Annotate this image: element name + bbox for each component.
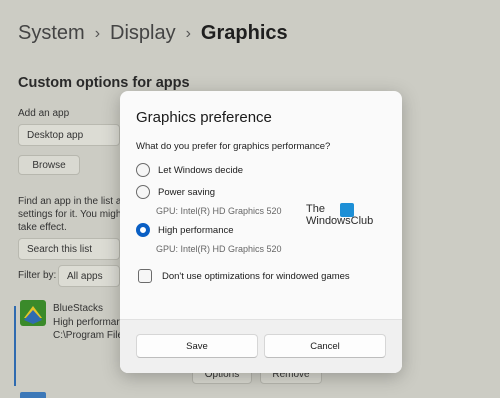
selection-accent (14, 306, 16, 386)
breadcrumb-display[interactable]: Display (110, 22, 176, 45)
app-icon-partial (20, 392, 46, 398)
radio-button[interactable] (136, 185, 150, 199)
search-input[interactable]: Search this list (18, 238, 120, 260)
app-name: BlueStacks (53, 303, 104, 314)
section-title: Custom options for apps (18, 75, 190, 91)
radio-power-saving[interactable]: Power saving (136, 185, 215, 199)
filter-value: All apps (67, 270, 103, 282)
windowed-games-checkbox-row[interactable]: Don't use optimizations for windowed gam… (138, 269, 350, 283)
windowsclub-logo-icon (340, 203, 354, 217)
checkbox[interactable] (138, 269, 152, 283)
gpu-info-high-performance: GPU: Intel(R) HD Graphics 520 (156, 244, 282, 254)
bluestacks-icon (20, 300, 46, 326)
breadcrumb-graphics: Graphics (200, 22, 288, 44)
chevron-right-icon: › (94, 24, 101, 42)
thewindowsclub-watermark: The WindowsClub (306, 203, 373, 227)
breadcrumb-system[interactable]: System (18, 22, 85, 45)
watermark-line2: WindowsClub (306, 215, 374, 227)
save-label: Save (186, 340, 208, 352)
radio-let-windows-decide[interactable]: Let Windows decide (136, 163, 243, 177)
dialog-title: Graphics preference (136, 109, 272, 126)
add-app-label: Add an app (18, 108, 70, 119)
radio-button[interactable] (136, 163, 150, 177)
find-text-line: take effect. (18, 222, 67, 233)
breadcrumb: System › Display › Graphics (18, 22, 288, 45)
browse-button[interactable]: Browse (18, 155, 80, 175)
dialog-question: What do you prefer for graphics performa… (136, 141, 331, 152)
cancel-label: Cancel (310, 340, 340, 352)
radio-label: Let Windows decide (158, 164, 244, 176)
app-preference: High performar (53, 317, 120, 328)
app-type-value: Desktop app (27, 129, 84, 141)
find-text-line: settings for it. You migh (18, 209, 122, 220)
app-type-dropdown[interactable]: Desktop app (18, 124, 120, 146)
checkbox-label: Don't use optimizations for windowed gam… (162, 270, 350, 282)
radio-high-performance[interactable]: High performance (136, 223, 234, 237)
app-path: C:\Program File (53, 330, 124, 341)
search-placeholder: Search this list (27, 243, 93, 255)
filter-label: Filter by: (18, 270, 57, 281)
dialog-footer: Save Cancel (120, 319, 402, 373)
graphics-preference-dialog: Graphics preference What do you prefer f… (120, 91, 402, 373)
chevron-right-icon: › (185, 24, 191, 42)
cancel-button[interactable]: Cancel (264, 334, 386, 358)
gpu-info-power-saving: GPU: Intel(R) HD Graphics 520 (156, 206, 282, 216)
find-text-line: Find an app in the list a (18, 196, 122, 207)
filter-dropdown[interactable]: All apps (58, 265, 120, 287)
radio-label: High performance (158, 224, 234, 236)
save-button[interactable]: Save (136, 334, 258, 358)
radio-button-checked[interactable] (136, 223, 150, 237)
find-app-text: Find an app in the list a settings for i… (18, 195, 121, 234)
radio-label: Power saving (158, 186, 216, 198)
browse-label: Browse (32, 159, 66, 171)
